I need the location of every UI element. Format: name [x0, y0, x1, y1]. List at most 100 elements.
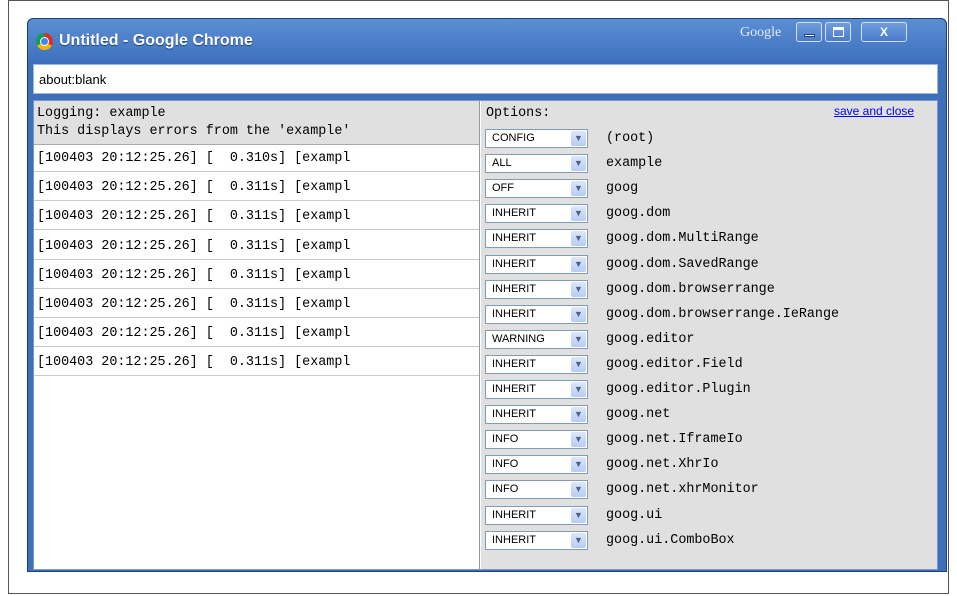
- log-level-select[interactable]: INHERIT ▼: [485, 204, 588, 224]
- chevron-down-icon[interactable]: ▼: [571, 457, 586, 473]
- log-level-select[interactable]: INFO ▼: [485, 455, 588, 475]
- log-entry-text: [100403 20:12:25.26] [ 0.311s] [exampl: [37, 297, 351, 312]
- maximize-button[interactable]: [825, 22, 851, 42]
- log-level-select[interactable]: INHERIT ▼: [485, 354, 588, 374]
- logger-name: example: [606, 156, 663, 172]
- log-level-select[interactable]: INHERIT ▼: [485, 279, 588, 299]
- log-level-value: INFO: [492, 458, 519, 471]
- log-entry: [100403 20:12:25.26] [ 0.311s] [exampl: [34, 203, 479, 231]
- logger-option-row: WARNING ▼ goog.editor: [481, 328, 937, 353]
- log-level-value: INHERIT: [492, 282, 536, 295]
- logger-name: goog.ui.ComboBox: [606, 532, 735, 548]
- chevron-down-icon[interactable]: ▼: [571, 507, 586, 523]
- logger-name: goog.dom.MultiRange: [606, 231, 759, 247]
- logger-option-row: INFO ▼ goog.net.IframeIo: [481, 428, 937, 453]
- log-level-select[interactable]: INHERIT ▼: [485, 380, 588, 399]
- log-entry-text: [100403 20:12:25.26] [ 0.311s] [exampl: [37, 238, 351, 254]
- log-level-select[interactable]: WARNING ▼: [485, 329, 588, 349]
- logger-option-row: INHERIT ▼ goog.editor.Field: [481, 353, 937, 378]
- log-level-value: INFO: [492, 433, 519, 446]
- log-level-select[interactable]: ALL ▼: [485, 154, 588, 174]
- minimize-button[interactable]: [796, 22, 822, 42]
- logger-option-row: INHERIT ▼ goog.dom.SavedRange: [481, 253, 937, 278]
- log-entry: [100403 20:12:25.26] [ 0.311s] [exampl: [34, 349, 479, 377]
- log-entry: [100403 20:12:25.26] [ 0.310s] [exampl: [34, 145, 479, 172]
- logger-name: goog.dom.browserrange.IeRange: [606, 306, 840, 322]
- logger-option-row: INHERIT ▼ goog.editor.Plugin: [481, 378, 937, 403]
- log-entry-text: [100403 20:12:25.26] [ 0.311s] [exampl: [37, 326, 351, 342]
- chevron-down-icon[interactable]: ▼: [571, 306, 586, 322]
- log-level-select[interactable]: INFO ▼: [485, 430, 588, 450]
- title-bar[interactable]: Untitled - Google Chrome Google X: [28, 19, 946, 61]
- chrome-logo-icon: [36, 33, 53, 50]
- log-level-select[interactable]: OFF ▼: [485, 179, 588, 199]
- chevron-down-icon[interactable]: ▼: [571, 356, 586, 372]
- chevron-down-icon[interactable]: ▼: [571, 131, 586, 146]
- close-icon: X: [879, 25, 888, 39]
- log-level-value: INHERIT: [492, 307, 536, 320]
- log-level-select[interactable]: INHERIT ▼: [485, 405, 588, 425]
- chevron-down-icon[interactable]: ▼: [571, 206, 586, 222]
- logger-name: goog: [606, 181, 639, 197]
- logger-option-row: INHERIT ▼ goog.net: [481, 403, 937, 428]
- log-entry-text: [100403 20:12:25.26] [ 0.310s] [exampl: [37, 151, 351, 166]
- log-title: Logging: example: [37, 106, 166, 121]
- page-content: Logging: example This displays errors fr…: [33, 100, 938, 570]
- close-button[interactable]: X: [861, 22, 907, 42]
- log-panel: Logging: example This displays errors fr…: [34, 101, 480, 569]
- log-level-select[interactable]: INHERIT ▼: [485, 530, 588, 550]
- log-level-select[interactable]: INHERIT ▼: [485, 229, 588, 249]
- logger-option-row: INHERIT ▼ goog.dom.MultiRange: [481, 227, 937, 252]
- log-level-select[interactable]: INFO ▼: [485, 480, 588, 500]
- log-level-value: INHERIT: [492, 232, 536, 245]
- log-entry: [100403 20:12:25.26] [ 0.311s] [exampl: [34, 320, 479, 348]
- log-level-select[interactable]: INHERIT ▼: [485, 254, 588, 274]
- chevron-down-icon[interactable]: ▼: [571, 156, 586, 172]
- log-entry: [100403 20:12:25.26] [ 0.311s] [exampl: [34, 174, 479, 202]
- log-level-value: OFF: [492, 182, 514, 195]
- logger-option-row: ALL ▼ example: [481, 152, 937, 177]
- log-entry-text: [100403 20:12:25.26] [ 0.311s] [exampl: [37, 267, 351, 283]
- log-level-select[interactable]: CONFIG ▼: [485, 129, 588, 148]
- google-brand-label: Google: [740, 25, 782, 40]
- logger-option-row: INHERIT ▼ goog.ui.ComboBox: [481, 529, 937, 554]
- chevron-down-icon[interactable]: ▼: [571, 432, 586, 448]
- logger-name: goog.editor: [606, 331, 695, 347]
- logger-option-row: INHERIT ▼ goog.dom.browserrange: [481, 278, 937, 303]
- logger-option-row: INFO ▼ goog.net.xhrMonitor: [481, 478, 937, 503]
- log-level-select[interactable]: INHERIT ▼: [485, 304, 588, 324]
- logger-name: goog.net.XhrIo: [606, 457, 719, 473]
- logger-option-row: INHERIT ▼ goog.ui: [481, 504, 937, 529]
- address-bar[interactable]: [33, 64, 938, 94]
- chevron-down-icon[interactable]: ▼: [571, 181, 586, 197]
- address-input[interactable]: [34, 65, 919, 93]
- browser-window: Untitled - Google Chrome Google X Loggin…: [27, 18, 947, 572]
- chevron-down-icon[interactable]: ▼: [571, 231, 586, 247]
- log-entry: [100403 20:12:25.26] [ 0.311s] [exampl: [34, 262, 479, 289]
- logger-name: goog.dom.browserrange: [606, 281, 775, 297]
- chevron-down-icon[interactable]: ▼: [571, 482, 586, 498]
- log-level-value: INFO: [492, 483, 519, 496]
- logger-name: goog.net.xhrMonitor: [606, 482, 759, 498]
- log-level-value: WARNING: [492, 332, 545, 345]
- chevron-down-icon[interactable]: ▼: [571, 407, 586, 423]
- log-header: Logging: example This displays errors fr…: [34, 101, 479, 145]
- chevron-down-icon[interactable]: ▼: [571, 281, 586, 297]
- chevron-down-icon[interactable]: ▼: [571, 532, 586, 548]
- logger-name: goog.dom.SavedRange: [606, 256, 759, 272]
- log-entry: [100403 20:12:25.26] [ 0.311s] [exampl: [34, 233, 479, 260]
- log-level-value: INHERIT: [492, 357, 536, 370]
- log-level-value: INHERIT: [492, 408, 536, 421]
- log-level-value: CONFIG: [492, 132, 535, 144]
- logger-option-row: CONFIG ▼ (root): [481, 127, 937, 152]
- log-level-value: INHERIT: [492, 533, 536, 546]
- log-level-select[interactable]: INHERIT ▼: [485, 505, 588, 525]
- chevron-down-icon[interactable]: ▼: [571, 382, 586, 397]
- chevron-down-icon[interactable]: ▼: [571, 331, 586, 347]
- logger-name: goog.editor.Field: [606, 356, 743, 372]
- log-level-value: INHERIT: [492, 207, 536, 220]
- chevron-down-icon[interactable]: ▼: [571, 256, 586, 272]
- save-and-close-link[interactable]: save and close: [834, 104, 914, 118]
- logger-option-row: OFF ▼ goog: [481, 177, 937, 202]
- logger-option-row: INHERIT ▼ goog.dom.browserrange.IeRange: [481, 303, 937, 328]
